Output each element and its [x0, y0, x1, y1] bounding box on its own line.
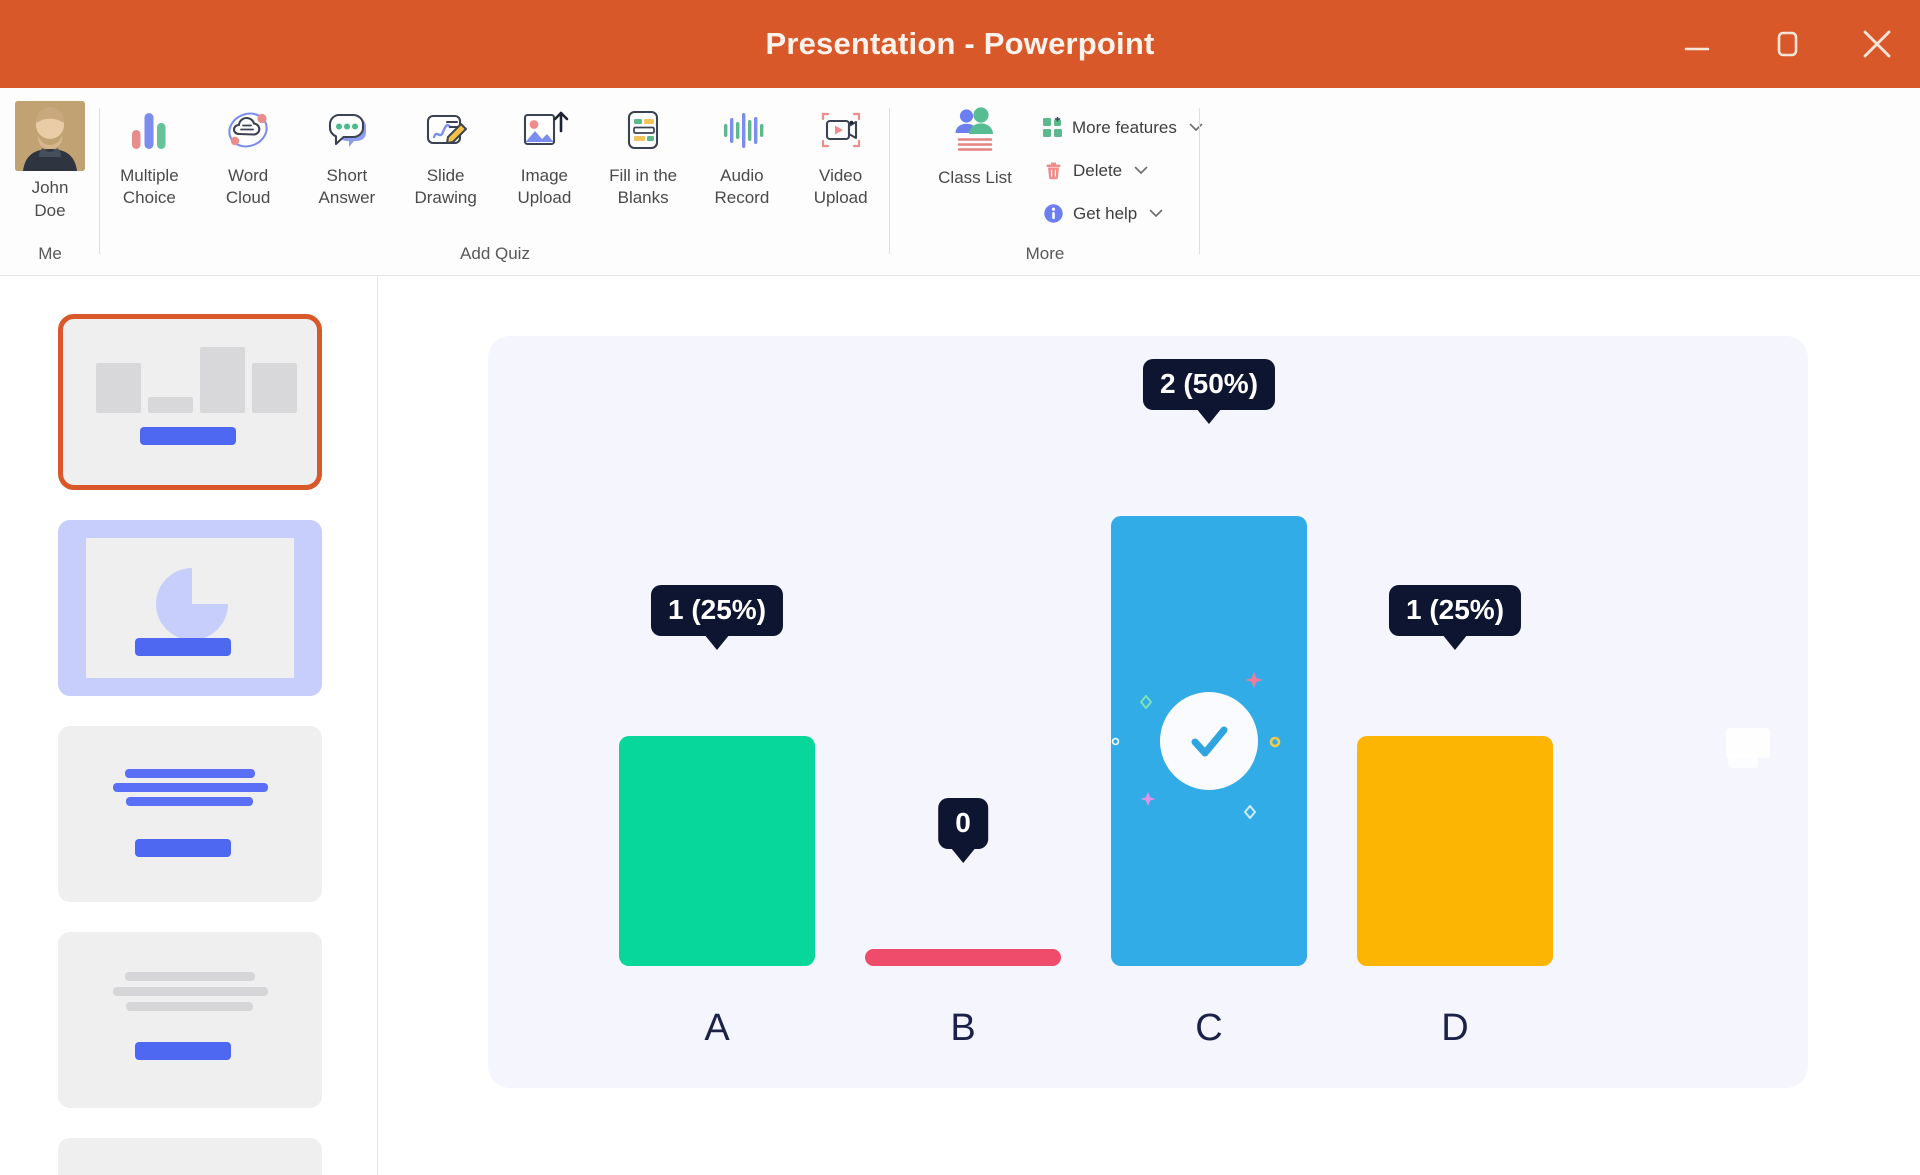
- window-title: Presentation - Powerpoint: [765, 26, 1155, 61]
- avatar[interactable]: [15, 101, 85, 171]
- close-button[interactable]: [1854, 21, 1900, 67]
- poll-results-bar-chart: 1 (25%) A 0 B 2 (50%) C 1 (25%) D: [488, 336, 1808, 1088]
- tool-label: Audio Record: [714, 166, 770, 207]
- class-list-label: Class List: [938, 168, 1012, 187]
- axis-label-a: A: [704, 1007, 730, 1049]
- menu-item-label: More features: [1072, 117, 1177, 137]
- correct-answer-marker: [1111, 643, 1307, 839]
- menu-item-delete[interactable]: Delete: [1042, 149, 1200, 192]
- menu-item-get-help[interactable]: Get help: [1042, 192, 1200, 235]
- chevron-down-icon: [1134, 162, 1148, 180]
- axis-label-c: C: [1195, 1007, 1223, 1049]
- more-menu: More features Delete Get help: [1042, 106, 1203, 235]
- bar-b[interactable]: [865, 949, 1061, 966]
- grid-plus-icon: [1042, 117, 1063, 139]
- audio-wave-icon: [714, 102, 770, 158]
- people-list-icon: [947, 102, 1003, 158]
- sparkle-diamond-green-icon: [1139, 694, 1153, 714]
- menu-item-label: Get help: [1073, 203, 1138, 223]
- image-upload-icon: [516, 102, 572, 158]
- bar-a[interactable]: [619, 736, 815, 966]
- sparkle-star-lavender-icon: [1139, 791, 1157, 814]
- bar-group-b: 0 B: [838, 336, 1088, 1088]
- tool-image-upload[interactable]: Image Upload: [495, 96, 594, 209]
- current-slide: 1 (25%) A 0 B 2 (50%) C 1 (25%) D: [488, 336, 1808, 1088]
- tool-slide-drawing[interactable]: Slide Drawing: [396, 96, 495, 209]
- word-cloud-icon: [220, 102, 276, 158]
- window-title-bar: Presentation - Powerpoint: [0, 0, 1920, 88]
- slide-thumbnail-1[interactable]: [58, 314, 322, 490]
- workspace: 1 (25%) A 0 B 2 (50%) C 1 (25%) D: [0, 276, 1920, 1175]
- tool-label: Slide Drawing: [414, 166, 477, 207]
- minimize-button[interactable]: [1674, 21, 1720, 67]
- bar-group-d: 1 (25%) D: [1330, 336, 1580, 1088]
- menu-item-more-features[interactable]: More features: [1042, 106, 1203, 149]
- bar-value-tooltip-d: 1 (25%): [1388, 585, 1522, 636]
- chevron-down-icon: [1149, 205, 1163, 223]
- axis-label-d: D: [1441, 1007, 1469, 1049]
- tool-video-upload[interactable]: Video Upload: [791, 96, 890, 209]
- check-icon: [1160, 692, 1258, 790]
- tool-label: Image Upload: [517, 166, 572, 207]
- ribbon-toolbar: John Doe Me Multiple Choice Word Cloud S…: [0, 88, 1920, 276]
- slide-thumbnail-4[interactable]: [58, 932, 322, 1108]
- bar-group-c: 2 (50%) C: [1084, 336, 1334, 1088]
- tool-short-answer[interactable]: Short Answer: [298, 96, 397, 209]
- sparkle-dot-yellow-icon: [1269, 735, 1281, 753]
- user-last-name: Doe: [34, 201, 66, 220]
- class-list-button[interactable]: Class List: [920, 102, 1030, 188]
- decorative-artifact-2: [1728, 754, 1758, 768]
- slide-thumbnail-3[interactable]: [58, 726, 322, 902]
- speech-bubble-icon: [319, 102, 375, 158]
- bar-chart-icon: [121, 102, 177, 158]
- tool-label: Fill in the Blanks: [609, 166, 678, 207]
- ribbon-group-me: John Doe Me: [0, 88, 100, 276]
- axis-label-b: B: [950, 1007, 976, 1049]
- slide-thumbnail-2[interactable]: [58, 520, 322, 696]
- tool-label: Word Cloud: [225, 166, 271, 207]
- tool-multiple-choice[interactable]: Multiple Choice: [100, 96, 199, 209]
- slide-thumbnail-panel[interactable]: [0, 276, 378, 1175]
- trash-icon: [1042, 160, 1064, 182]
- bar-value-tooltip-c: 2 (50%): [1142, 359, 1276, 410]
- info-icon: [1042, 203, 1064, 225]
- sparkle-dot-white-icon: [1111, 733, 1120, 751]
- ribbon-group-more: Class List More features Delete Get help…: [890, 88, 1203, 276]
- user-first-name: John: [31, 178, 69, 197]
- tool-label: Short Answer: [318, 166, 376, 207]
- group-divider: [1199, 108, 1200, 254]
- maximize-button[interactable]: [1764, 21, 1810, 67]
- slide-thumbnail-5[interactable]: [58, 1138, 322, 1175]
- sparkle-diamond-blue-icon: [1243, 804, 1257, 824]
- bar-c[interactable]: [1111, 516, 1307, 966]
- group-label-add-quiz: Add Quiz: [460, 244, 530, 263]
- slide-stage: 1 (25%) A 0 B 2 (50%) C 1 (25%) D: [378, 276, 1920, 1175]
- tool-fill-in-the-blanks[interactable]: Fill in the Blanks: [594, 96, 693, 209]
- bar-d[interactable]: [1357, 736, 1553, 966]
- menu-item-label: Delete: [1073, 160, 1123, 180]
- fill-blanks-icon: [615, 102, 671, 158]
- tool-label: Multiple Choice: [120, 166, 179, 207]
- tool-word-cloud[interactable]: Word Cloud: [199, 96, 298, 209]
- video-upload-icon: [813, 102, 869, 158]
- user-name: John Doe: [0, 176, 100, 222]
- chevron-down-icon: [1189, 119, 1203, 137]
- group-label-more: More: [1025, 244, 1065, 263]
- ribbon-group-add-quiz: Multiple Choice Word Cloud Short Answer …: [100, 88, 890, 276]
- pencil-draw-icon: [418, 102, 474, 158]
- bar-value-tooltip-b: 0: [938, 798, 988, 849]
- group-label-me: Me: [38, 244, 62, 263]
- sparkle-star-pink-icon: [1243, 671, 1265, 698]
- window-controls: [1674, 0, 1900, 88]
- bar-value-tooltip-a: 1 (25%): [650, 585, 784, 636]
- tool-label: Video Upload: [813, 166, 868, 207]
- tool-audio-record[interactable]: Audio Record: [693, 96, 792, 209]
- bar-group-a: 1 (25%) A: [592, 336, 842, 1088]
